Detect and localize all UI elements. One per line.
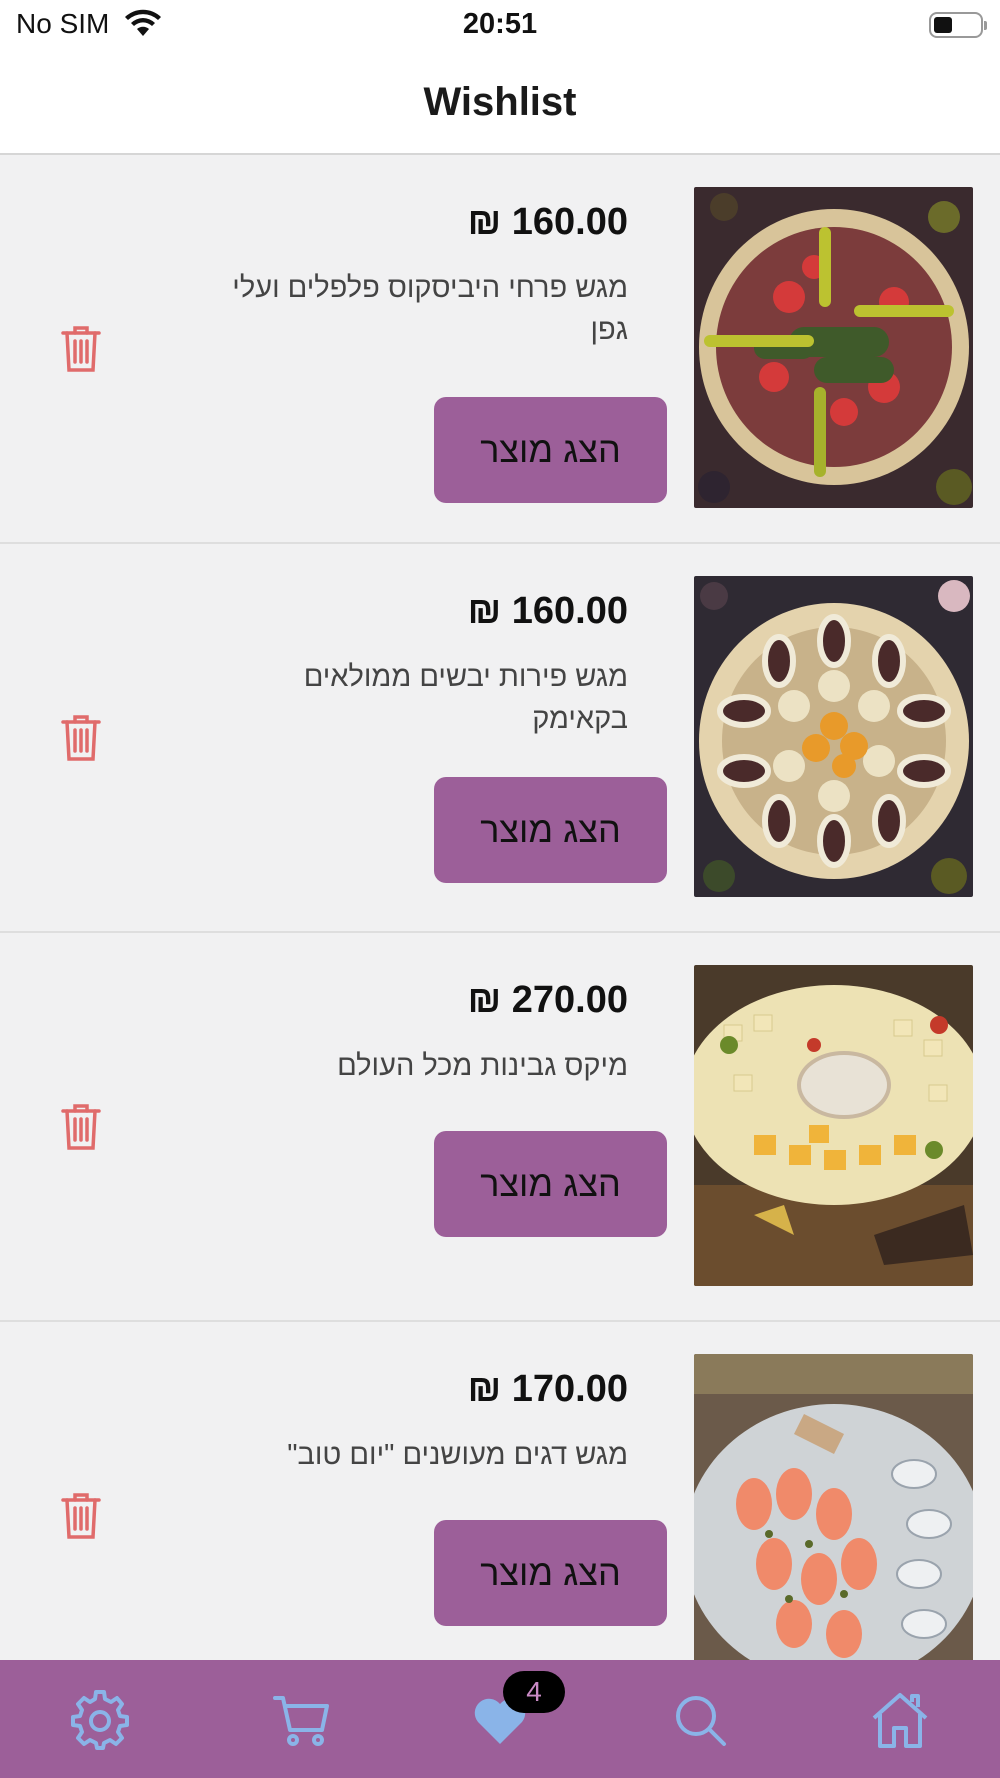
product-image[interactable] <box>694 1354 973 1675</box>
product-image[interactable] <box>694 187 973 508</box>
wishlist-item: ₪ 270.00 מיקס גבינות מכל העולם הצג מוצר <box>0 933 1000 1322</box>
trash-icon[interactable] <box>60 1103 102 1151</box>
wishlist-item: ₪ 170.00 מגש דגים מעושנים "יום טוב" הצג … <box>0 1322 1000 1711</box>
view-product-button[interactable]: הצג מוצר <box>434 1520 667 1626</box>
clock: 20:51 <box>462 8 538 40</box>
product-price: ₪ 160.00 <box>467 201 628 243</box>
view-product-button[interactable]: הצג מוצר <box>434 1131 667 1237</box>
gear-icon[interactable] <box>70 1690 130 1750</box>
bottom-tab-bar <box>0 1660 1000 1778</box>
view-product-button[interactable]: הצג מוצר <box>434 397 667 503</box>
product-price: ₪ 160.00 <box>467 590 628 632</box>
view-product-button[interactable]: הצג מוצר <box>434 777 667 883</box>
cart-icon[interactable] <box>272 1690 332 1750</box>
nav-header: Wishlist <box>0 52 1000 155</box>
wishlist-item: ₪ 160.00 מגש פירות יבשים ממולאים בקאימק … <box>0 544 1000 933</box>
product-name: מגש פירות יבשים ממולאים בקאימק <box>303 661 628 735</box>
product-image[interactable] <box>694 965 973 1286</box>
wishlist-count-badge: 4 <box>503 1671 565 1713</box>
trash-icon[interactable] <box>60 714 102 762</box>
page-title: Wishlist <box>423 80 577 124</box>
search-icon[interactable] <box>670 1690 730 1750</box>
product-image[interactable] <box>694 576 973 897</box>
status-bar: No SIM 20:51 <box>0 0 1000 52</box>
wishlist-item: ₪ 160.00 מגש פרחי היביסקוס פלפלים ועלי ג… <box>0 155 1000 544</box>
product-name: מגש דגים מעושנים "יום טוב" <box>287 1439 628 1471</box>
battery-icon <box>929 12 987 38</box>
home-icon[interactable] <box>870 1690 930 1750</box>
trash-icon[interactable] <box>60 1492 102 1540</box>
product-name: מיקס גבינות מכל העולם <box>337 1050 628 1082</box>
product-price: ₪ 170.00 <box>467 1368 628 1410</box>
product-price: ₪ 270.00 <box>467 979 628 1021</box>
trash-icon[interactable] <box>60 325 102 373</box>
product-name: מגש פרחי היביסקוס פלפלים ועלי גפן <box>232 272 628 346</box>
